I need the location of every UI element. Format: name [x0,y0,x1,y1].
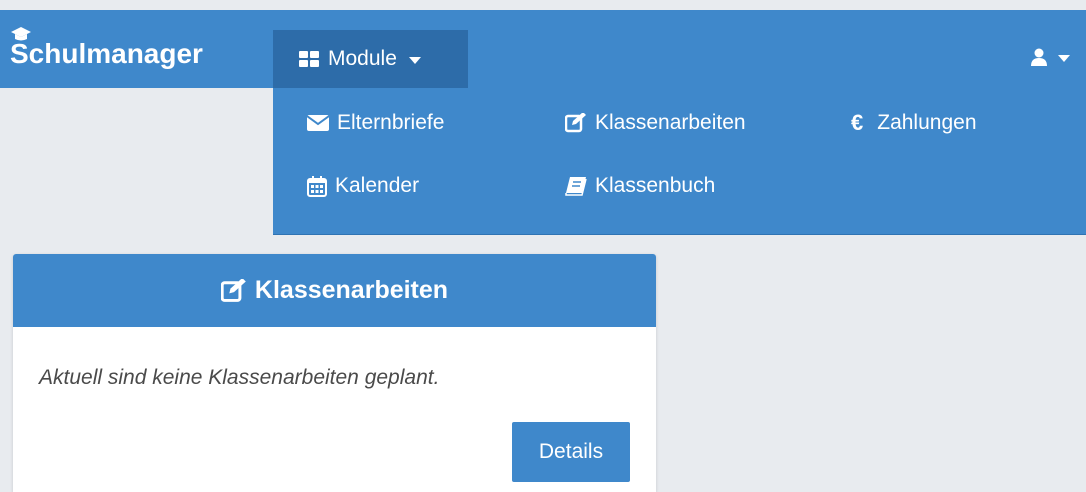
brand-logo[interactable]: Schulmanager [10,27,203,74]
dropdown-item-kalender[interactable]: Kalender [307,170,419,202]
caret-down-icon [408,56,421,64]
module-menu-button[interactable]: Module [273,30,468,88]
card-title: Klassenarbeiten [254,276,449,304]
caret-down-icon [1058,54,1070,62]
user-icon [1031,48,1047,66]
dropdown-item-label: Kalender [335,174,420,197]
module-dropdown: Elternbriefe Klassenarbeiten € Zahlungen… [273,88,1086,235]
card-message: Aktuell sind keine Klassenarbeiten gepla… [39,366,440,389]
euro-icon: € [851,110,864,135]
top-navbar: Schulmanager Module [0,10,1086,88]
dropdown-item-klassenarbeiten[interactable]: Klassenarbeiten [565,107,746,139]
book-icon [565,177,587,196]
edit-icon [565,113,586,133]
dropdown-item-label: Zahlungen [877,111,977,134]
dropdown-item-label: Klassenarbeiten [595,111,746,134]
dropdown-item-label: Elternbriefe [337,111,445,134]
card-header: Klassenarbeiten [13,254,656,327]
brand-name: Schulmanager [10,38,203,69]
dropdown-item-klassenbuch[interactable]: Klassenbuch [565,170,715,202]
edit-icon [220,278,246,302]
dropdown-item-elternbriefe[interactable]: Elternbriefe [307,107,444,139]
dropdown-item-zahlungen[interactable]: € Zahlungen [851,107,977,139]
user-menu[interactable] [1030,48,1070,66]
graduation-cap-icon [11,27,31,41]
dropdown-item-label: Klassenbuch [595,174,716,197]
module-menu-label: Module [328,47,397,70]
th-large-icon [299,51,319,67]
envelope-icon [307,115,329,131]
details-button[interactable]: Details [512,422,630,482]
calendar-icon [307,176,327,197]
klassenarbeiten-card: Klassenarbeiten Aktuell sind keine Klass… [13,254,656,492]
